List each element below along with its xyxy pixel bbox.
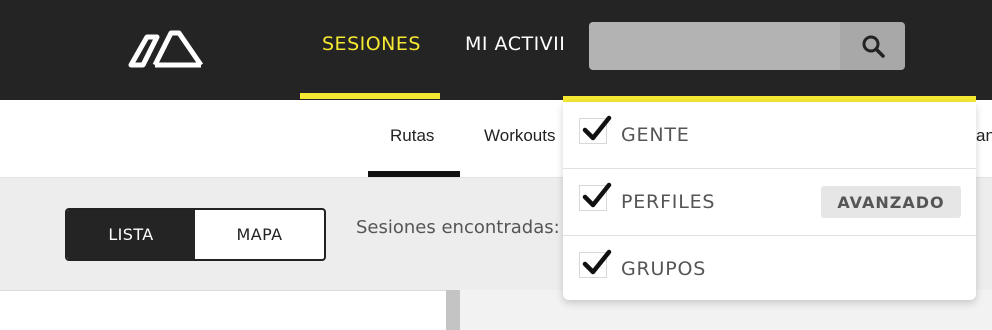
check-icon [582,249,612,275]
nav-sesiones[interactable]: SESIONES [322,33,421,55]
check-icon [582,115,612,141]
tab-rutas[interactable]: Rutas [390,126,434,146]
perfiles-label: PERFILES [621,191,716,213]
grupos-checkbox[interactable] [579,249,612,278]
filter-option-gente[interactable]: GENTE [563,102,976,169]
tab-partial[interactable]: an [976,126,992,146]
perfiles-checkbox[interactable] [579,182,612,211]
filter-option-perfiles[interactable]: PERFILES AVANZADO [563,169,976,236]
mapa-button[interactable]: MAPA [195,210,324,259]
grupos-label: GRUPOS [621,258,707,280]
search-icon [862,35,885,58]
view-toggle: LISTA MAPA [65,208,326,261]
gente-checkbox[interactable] [579,115,612,144]
tab-workouts[interactable]: Workouts [484,126,556,146]
filter-option-grupos[interactable]: GRUPOS [563,236,976,303]
avanzado-button[interactable]: AVANZADO [821,186,961,218]
nav-mi-actividad[interactable]: MI ACTIVID [465,33,574,55]
search-filter-dropdown: GENTE PERFILES AVANZADO GRUPOS [563,102,976,300]
lista-button[interactable]: LISTA [67,210,195,259]
search-panel-header [563,0,976,96]
gente-label: GENTE [621,124,690,146]
pane-scrollbar[interactable] [446,290,460,330]
search-button[interactable] [840,22,905,70]
check-icon [582,182,612,208]
nav-active-indicator [300,93,440,99]
sessions-found-label: Sesiones encontradas: [356,217,560,238]
tab-active-indicator [368,171,460,177]
search-input[interactable] [589,22,841,70]
mountain-logo-icon[interactable] [127,27,205,69]
